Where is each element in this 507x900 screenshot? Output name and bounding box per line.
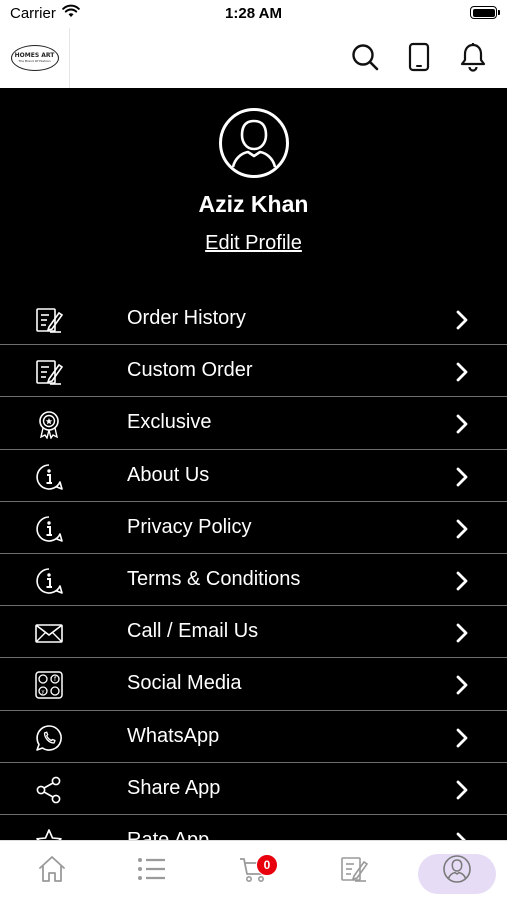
logo-mark: HOMES ART The Brand Of Fashion [10, 45, 59, 71]
chevron-right-icon [455, 518, 469, 540]
info-icon [34, 514, 64, 544]
menu-item-social-media[interactable]: fy Social Media [0, 658, 507, 711]
share-icon [34, 775, 64, 805]
logo-tagline: The Brand Of Fashion [18, 59, 51, 63]
chevron-right-icon [455, 831, 469, 840]
edit-profile-link[interactable]: Edit Profile [0, 232, 507, 255]
chevron-right-icon [455, 727, 469, 749]
custom-order-icon [34, 357, 64, 387]
bell-icon[interactable] [456, 40, 490, 74]
svg-text:f: f [54, 676, 57, 683]
chevron-right-icon [455, 466, 469, 488]
menu-item-about-us[interactable]: About Us [0, 450, 507, 502]
menu-label: Exclusive [127, 411, 212, 434]
profile-panel: Aziz Khan Edit Profile Order History Cus… [0, 88, 507, 840]
menu-item-privacy-policy[interactable]: Privacy Policy [0, 502, 507, 554]
menu-label: Share App [127, 776, 221, 799]
social-media-icon: fy [34, 670, 64, 700]
menu-item-rate-app[interactable]: Rate App [0, 815, 507, 840]
bottom-tab-bar: 0 [0, 840, 507, 900]
clock: 1:28 AM [225, 5, 282, 22]
profile-tab[interactable] [429, 851, 485, 891]
menu-item-exclusive[interactable]: Exclusive [0, 397, 507, 450]
app-header: HOMES ART The Brand Of Fashion [0, 28, 507, 88]
battery-icon [470, 6, 500, 19]
order-list-icon [339, 854, 369, 889]
chevron-right-icon [455, 413, 469, 435]
whatsapp-icon [34, 723, 64, 753]
chevron-right-icon [455, 309, 469, 331]
chevron-right-icon [455, 674, 469, 696]
menu-label: WhatsApp [127, 724, 220, 747]
menu-label: Custom Order [127, 359, 253, 382]
search-icon[interactable] [348, 40, 382, 74]
menu-item-whatsapp[interactable]: WhatsApp [0, 711, 507, 763]
user-avatar-icon [442, 854, 472, 889]
profile-menu: Order History Custom Order Exclusive Abo… [0, 293, 507, 840]
menu-label: Order History [127, 307, 246, 329]
categories-tab[interactable] [124, 851, 180, 891]
badge-icon [34, 409, 64, 441]
list-icon [137, 856, 167, 887]
menu-label: About Us [127, 463, 210, 486]
phone-icon[interactable] [402, 40, 436, 74]
chevron-right-icon [455, 361, 469, 383]
menu-label: Social Media [127, 672, 242, 695]
cart-count-badge: 0 [256, 854, 278, 876]
home-icon [37, 854, 67, 889]
status-bar: Carrier 1:28 AM [0, 0, 507, 28]
brand-logo[interactable]: HOMES ART The Brand Of Fashion [0, 28, 70, 88]
menu-label: Terms & Conditions [127, 567, 301, 590]
menu-label: Rate App [127, 828, 210, 840]
menu-item-custom-order[interactable]: Custom Order [0, 345, 507, 398]
info-icon [34, 566, 64, 596]
chevron-right-icon [455, 570, 469, 592]
chevron-right-icon [455, 779, 469, 801]
envelope-icon [34, 618, 64, 648]
home-tab[interactable] [24, 851, 80, 891]
user-name: Aziz Khan [198, 191, 309, 217]
avatar[interactable] [218, 107, 290, 179]
menu-label: Call / Email Us [127, 620, 259, 643]
order-list-icon [34, 305, 64, 335]
orders-tab[interactable] [326, 851, 382, 891]
menu-label: Privacy Policy [127, 515, 252, 538]
menu-item-order-history[interactable]: Order History [0, 293, 507, 346]
menu-item-call-email[interactable]: Call / Email Us [0, 606, 507, 659]
menu-item-share-app[interactable]: Share App [0, 763, 507, 815]
info-icon [34, 462, 64, 492]
chevron-right-icon [455, 622, 469, 644]
svg-text:y: y [42, 689, 45, 695]
star-icon [34, 827, 64, 840]
menu-item-terms-conditions[interactable]: Terms & Conditions [0, 554, 507, 607]
